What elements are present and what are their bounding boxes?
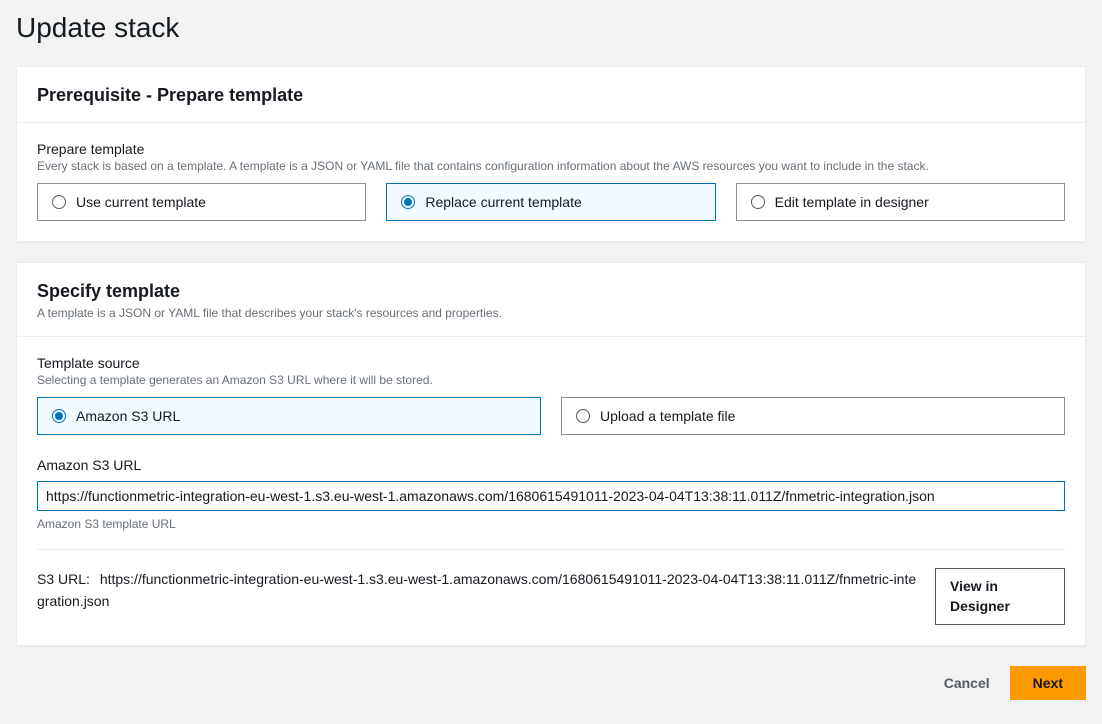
view-in-designer-button[interactable]: View in Designer — [935, 568, 1065, 625]
s3-url-input[interactable] — [37, 481, 1065, 511]
prepare-template-desc: Every stack is based on a template. A te… — [37, 159, 1065, 173]
s3-url-label: Amazon S3 URL — [37, 457, 1065, 473]
page-title: Update stack — [16, 12, 1086, 44]
panel-specify-heading: Specify template — [37, 281, 1065, 302]
s3-url-value: https://functionmetric-integration-eu-we… — [37, 571, 916, 609]
option-replace-current-template[interactable]: Replace current template — [386, 183, 715, 221]
radio-icon — [751, 195, 765, 209]
panel-specify-header: Specify template A template is a JSON or… — [17, 263, 1085, 337]
option-label: Use current template — [76, 194, 206, 210]
s3-url-display: S3 URL: https://functionmetric-integrati… — [37, 568, 919, 613]
option-edit-template-designer[interactable]: Edit template in designer — [736, 183, 1065, 221]
panel-specify-template: Specify template A template is a JSON or… — [16, 262, 1086, 646]
panel-prerequisite: Prerequisite - Prepare template Prepare … — [16, 66, 1086, 242]
option-label: Edit template in designer — [775, 194, 929, 210]
template-source-label: Template source — [37, 355, 1065, 371]
option-label: Upload a template file — [600, 408, 735, 424]
radio-icon — [401, 195, 415, 209]
panel-specify-desc: A template is a JSON or YAML file that d… — [37, 306, 1065, 320]
prepare-template-label: Prepare template — [37, 141, 1065, 157]
panel-prerequisite-header: Prerequisite - Prepare template — [17, 67, 1085, 123]
s3-url-display-row: S3 URL: https://functionmetric-integrati… — [37, 568, 1065, 625]
next-button[interactable]: Next — [1010, 666, 1086, 700]
option-amazon-s3-url[interactable]: Amazon S3 URL — [37, 397, 541, 435]
option-label: Replace current template — [425, 194, 581, 210]
radio-icon — [576, 409, 590, 423]
option-label: Amazon S3 URL — [76, 408, 180, 424]
s3-url-help: Amazon S3 template URL — [37, 517, 1065, 531]
radio-icon — [52, 195, 66, 209]
panel-prerequisite-body: Prepare template Every stack is based on… — [17, 123, 1085, 241]
cancel-button[interactable]: Cancel — [940, 667, 994, 699]
prepare-template-options: Use current template Replace current tem… — [37, 183, 1065, 221]
template-source-desc: Selecting a template generates an Amazon… — [37, 373, 1065, 387]
s3-url-prefix: S3 URL: — [37, 571, 90, 587]
radio-icon — [52, 409, 66, 423]
footer-actions: Cancel Next — [16, 666, 1086, 700]
template-source-options: Amazon S3 URL Upload a template file — [37, 397, 1065, 435]
panel-specify-body: Template source Selecting a template gen… — [17, 337, 1085, 645]
divider — [37, 549, 1065, 550]
panel-prerequisite-heading: Prerequisite - Prepare template — [37, 85, 1065, 106]
option-use-current-template[interactable]: Use current template — [37, 183, 366, 221]
option-upload-template-file[interactable]: Upload a template file — [561, 397, 1065, 435]
